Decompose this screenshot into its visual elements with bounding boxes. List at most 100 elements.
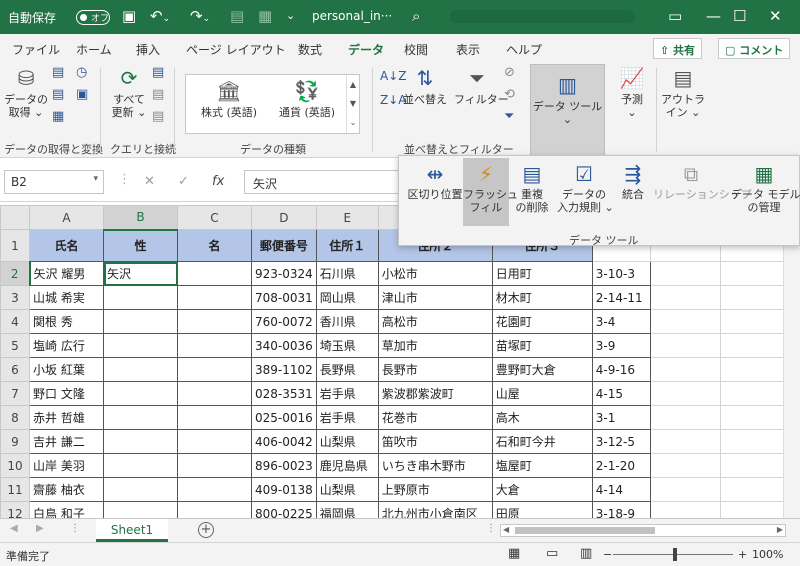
cell[interactable]: [177, 501, 252, 518]
from-text-icon[interactable]: ▤: [52, 66, 64, 79]
cell[interactable]: 3-4: [591, 309, 651, 334]
zoom-thumb[interactable]: [673, 548, 677, 561]
cell[interactable]: [177, 309, 252, 334]
cell[interactable]: 矢沢 耀男: [29, 261, 104, 286]
row-header[interactable]: 7: [0, 381, 30, 406]
get-data-button[interactable]: ⛁ データの 取得 ⌄: [4, 66, 48, 119]
cell[interactable]: [649, 261, 721, 286]
column-header[interactable]: E: [315, 205, 379, 230]
cell[interactable]: [103, 453, 178, 478]
cell[interactable]: 3-18-9: [591, 501, 651, 518]
cell[interactable]: 石和町今井: [491, 429, 593, 454]
cell[interactable]: 高木: [491, 405, 593, 430]
normal-view-icon[interactable]: ▦: [508, 546, 520, 561]
recent-sources-icon[interactable]: ◷: [76, 66, 87, 79]
queries-icon[interactable]: ▤: [152, 66, 164, 79]
cell[interactable]: 白鳥 和子: [29, 501, 104, 518]
gallery-scroll[interactable]: ▲ ▼ ⌄: [346, 75, 359, 133]
redo-icon[interactable]: ↷⌄: [190, 7, 210, 28]
cell[interactable]: 山梨県: [315, 477, 379, 502]
ribbon-display-icon[interactable]: ▭: [668, 7, 682, 25]
cell[interactable]: 4-14: [591, 477, 651, 502]
header-cell[interactable]: 性: [103, 229, 178, 262]
cell[interactable]: 406-0042: [251, 429, 317, 454]
cell[interactable]: 日用町: [491, 261, 593, 286]
cell[interactable]: [649, 285, 721, 310]
page-break-view-icon[interactable]: ▥: [580, 546, 592, 561]
row-header[interactable]: 5: [0, 333, 30, 358]
cell[interactable]: 紫波郡紫波町: [377, 381, 493, 406]
cell[interactable]: 北九州市小倉南区: [377, 501, 493, 518]
undo-icon[interactable]: ↶⌄: [150, 7, 170, 28]
cell[interactable]: 山梨県: [315, 429, 379, 454]
currencies-button[interactable]: 💱 通貨 (英語): [272, 79, 342, 119]
column-header[interactable]: C: [177, 205, 252, 230]
cell[interactable]: [649, 429, 721, 454]
remove-duplicates-button[interactable]: ▤ 重複 の削除: [511, 162, 553, 214]
cancel-icon[interactable]: ✕: [144, 174, 155, 189]
cell[interactable]: [177, 333, 252, 358]
cell[interactable]: 赤井 哲雄: [29, 405, 104, 430]
cell[interactable]: 野口 文隆: [29, 381, 104, 406]
save-icon[interactable]: ▣: [122, 7, 136, 25]
cell[interactable]: 塩屋町: [491, 453, 593, 478]
header-cell[interactable]: 住所１: [315, 229, 379, 262]
cell[interactable]: 小松市: [377, 261, 493, 286]
tab-insert[interactable]: 挿入: [136, 41, 160, 58]
enter-icon[interactable]: ✓: [178, 174, 189, 189]
cell[interactable]: [649, 381, 721, 406]
split-handle-icon[interactable]: ⋮: [486, 523, 496, 534]
cell[interactable]: [103, 405, 178, 430]
row-header[interactable]: 10: [0, 453, 30, 478]
column-header[interactable]: D: [251, 205, 317, 230]
cell[interactable]: [649, 333, 721, 358]
cell[interactable]: [649, 453, 721, 478]
forecast-button[interactable]: 📈 予測 ⌄: [612, 66, 652, 119]
cell[interactable]: 埼玉県: [315, 333, 379, 358]
cell[interactable]: [649, 309, 721, 334]
cell[interactable]: 708-0031: [251, 285, 317, 310]
cell[interactable]: [177, 405, 252, 430]
from-table-icon[interactable]: ▦: [52, 110, 64, 123]
existing-connections-icon[interactable]: ▣: [76, 88, 88, 101]
outline-button[interactable]: ▤ アウトラ イン ⌄: [660, 66, 706, 119]
cell[interactable]: 岡山県: [315, 285, 379, 310]
select-all-corner[interactable]: [0, 205, 30, 230]
tab-formulas[interactable]: 数式: [298, 41, 322, 58]
cell[interactable]: 3-1: [591, 405, 651, 430]
cell[interactable]: [719, 477, 785, 502]
vertical-scrollbar[interactable]: [783, 205, 800, 518]
add-sheet-icon[interactable]: +: [198, 522, 214, 538]
cell[interactable]: 高松市: [377, 309, 493, 334]
cell[interactable]: [719, 453, 785, 478]
tab-data[interactable]: データ: [345, 41, 387, 65]
page-layout-view-icon[interactable]: ▭: [546, 546, 558, 561]
cell[interactable]: 409-0138: [251, 477, 317, 502]
cell[interactable]: 800-0225: [251, 501, 317, 518]
tab-page-layout[interactable]: ページ レイアウト: [186, 41, 286, 58]
cell[interactable]: 岩手県: [315, 381, 379, 406]
advanced-filter-icon[interactable]: ⏷: [504, 110, 514, 123]
cell[interactable]: [177, 381, 252, 406]
zoom-out-icon[interactable]: −: [603, 548, 612, 561]
cell[interactable]: [103, 357, 178, 382]
stocks-button[interactable]: 🏛 株式 (英語): [194, 79, 264, 119]
next-sheet-icon[interactable]: ▶: [36, 523, 44, 534]
row-header[interactable]: 11: [0, 477, 30, 502]
search-icon[interactable]: ⌕: [412, 7, 420, 25]
cell[interactable]: 塩崎 広行: [29, 333, 104, 358]
function-icon[interactable]: fx: [212, 174, 224, 189]
cell[interactable]: 石川県: [315, 261, 379, 286]
tab-file[interactable]: ファイル: [12, 41, 60, 58]
row-header[interactable]: 6: [0, 357, 30, 382]
cell[interactable]: 025-0016: [251, 405, 317, 430]
cell[interactable]: [177, 285, 252, 310]
cell[interactable]: 長野市: [377, 357, 493, 382]
cell[interactable]: [177, 429, 252, 454]
cell[interactable]: [103, 309, 178, 334]
cell[interactable]: 豊野町大倉: [491, 357, 593, 382]
sort-button[interactable]: ⇅ 並べ替え: [402, 66, 448, 106]
cell[interactable]: 吉井 謙二: [29, 429, 104, 454]
tab-help[interactable]: ヘルプ: [506, 41, 542, 58]
row-header[interactable]: 3: [0, 285, 30, 310]
